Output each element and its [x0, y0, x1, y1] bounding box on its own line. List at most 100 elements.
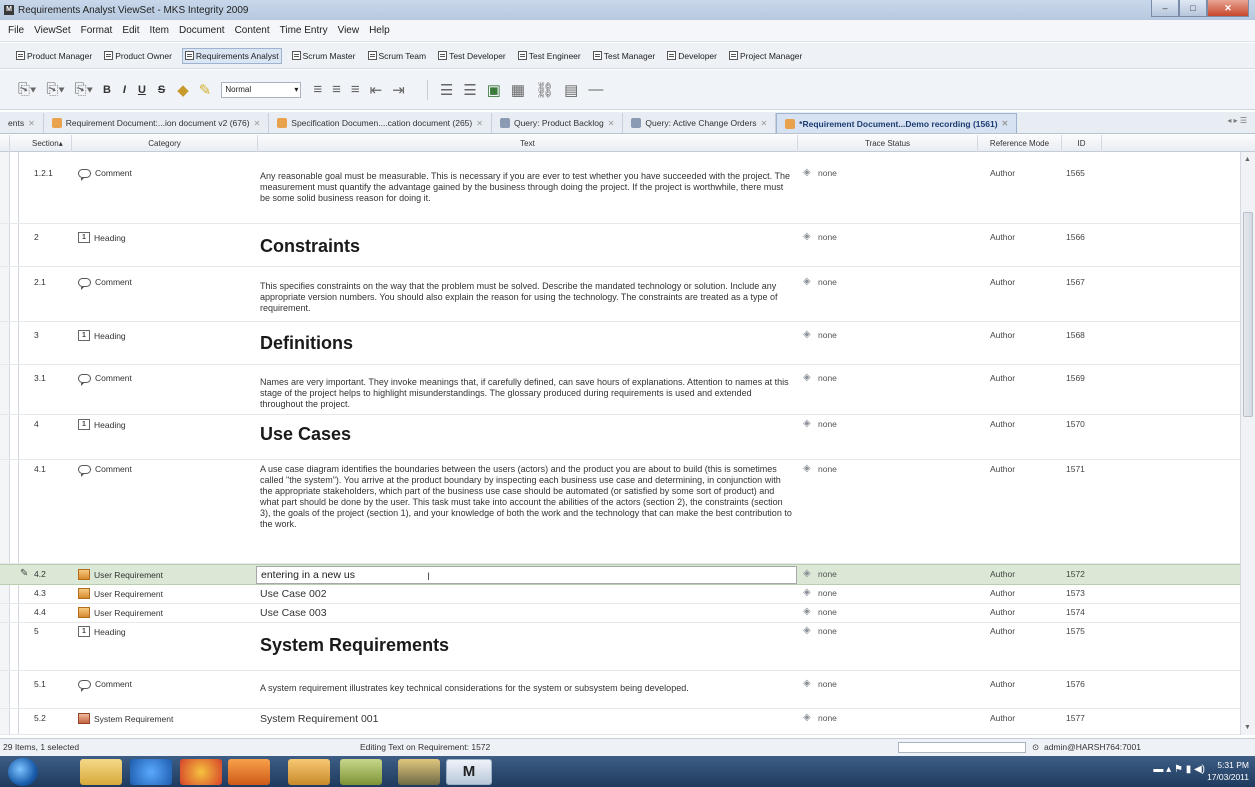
- italic-button[interactable]: I: [123, 84, 126, 96]
- scrollbar-thumb[interactable]: [1243, 212, 1253, 417]
- vertical-scrollbar[interactable]: ▲ ▼: [1240, 152, 1255, 735]
- menu-document[interactable]: Document: [179, 25, 225, 36]
- tab-close-icon[interactable]: ✕: [760, 119, 767, 128]
- underline-button[interactable]: U: [138, 84, 146, 96]
- align-center-icon[interactable]: ≡: [332, 81, 341, 98]
- insert-image-icon[interactable]: ▣: [487, 81, 501, 99]
- notes-taskbar-icon[interactable]: [340, 759, 382, 785]
- menu-view[interactable]: View: [338, 25, 360, 36]
- system-clock[interactable]: 5:31 PM 17/03/2011: [1207, 759, 1249, 783]
- scroll-down-icon[interactable]: ▼: [1244, 724, 1251, 731]
- menu-edit[interactable]: Edit: [122, 25, 139, 36]
- text-cell[interactable]: Use Case 003: [260, 608, 795, 619]
- tab-requirement-document-demo[interactable]: *Requirement Document...Demo recording (…: [776, 113, 1018, 133]
- bullet-list-icon[interactable]: ☰: [463, 81, 476, 99]
- menu-item[interactable]: Item: [150, 25, 169, 36]
- table-row[interactable]: 1.2.1 Comment Any reasonable goal must b…: [0, 152, 1240, 224]
- header-reference-mode[interactable]: Reference Mode: [978, 135, 1062, 152]
- tab-close-icon[interactable]: ✕: [608, 119, 615, 128]
- header-id[interactable]: ID: [1062, 135, 1102, 152]
- edit-item-icon[interactable]: ⎘▾: [46, 81, 64, 98]
- insert-table-icon[interactable]: ▦: [511, 81, 525, 99]
- text-cell[interactable]: A use case diagram identifies the bounda…: [260, 464, 795, 530]
- indent-icon[interactable]: ⇥: [392, 81, 405, 99]
- outlook-taskbar-icon[interactable]: [288, 759, 330, 785]
- table-row[interactable]: 2.1 Comment This specifies constraints o…: [0, 267, 1240, 322]
- viewset-product-owner[interactable]: Product Owner: [102, 49, 174, 63]
- tab-query-active-change-orders[interactable]: Query: Active Change Orders ✕: [623, 113, 777, 133]
- text-cell[interactable]: System Requirements: [260, 634, 795, 656]
- text-cell[interactable]: A system requirement illustrates key tec…: [260, 683, 795, 694]
- viewset-project-manager[interactable]: Project Manager: [727, 49, 804, 63]
- align-right-icon[interactable]: ≡: [351, 81, 360, 98]
- menu-help[interactable]: Help: [369, 25, 390, 36]
- header-trace-status[interactable]: Trace Status: [798, 135, 978, 152]
- paragraph-style-select[interactable]: Normal: [221, 81, 302, 98]
- text-cell[interactable]: Names are very important. They invoke me…: [260, 377, 795, 410]
- media-taskbar-icon[interactable]: [228, 759, 270, 785]
- text-cell[interactable]: Any reasonable goal must be measurable. …: [260, 171, 795, 204]
- viewset-requirements-analyst[interactable]: Requirements Analyst: [181, 47, 282, 64]
- numbered-list-icon[interactable]: ☰: [440, 81, 453, 99]
- insert-object-icon[interactable]: ▤: [564, 81, 578, 99]
- insert-link-icon[interactable]: ⛓: [535, 81, 554, 99]
- text-cell[interactable]: Definitions: [260, 332, 795, 354]
- viewset-test-developer[interactable]: Test Developer: [436, 49, 508, 63]
- maximize-button[interactable]: □: [1179, 0, 1207, 17]
- menu-content[interactable]: Content: [235, 25, 270, 36]
- close-button[interactable]: ✕: [1207, 0, 1249, 17]
- system-tray-icons[interactable]: ▬ ▴ ⚑ ▮ ◀): [1153, 764, 1205, 775]
- text-cell[interactable]: Constraints: [260, 235, 795, 257]
- viewset-scrum-team[interactable]: Scrum Team: [366, 49, 429, 63]
- start-button[interactable]: [8, 758, 38, 786]
- explorer-taskbar-icon[interactable]: [80, 759, 122, 785]
- viewset-product-manager[interactable]: Product Manager: [14, 49, 94, 63]
- table-row[interactable]: 5.1 Comment A system requirement illustr…: [0, 671, 1240, 709]
- viewset-test-manager[interactable]: Test Manager: [591, 49, 658, 63]
- header-text[interactable]: Text: [258, 135, 798, 152]
- tab-requirement-document-v2[interactable]: Requirement Document:...ion document v2 …: [44, 113, 270, 133]
- tab-close-icon[interactable]: ✕: [254, 119, 261, 128]
- table-row[interactable]: 4.1 Comment A use case diagram identifie…: [0, 460, 1240, 564]
- text-cell[interactable]: Use Case 002: [260, 589, 795, 600]
- text-cell[interactable]: This specifies constraints on the way th…: [260, 281, 795, 314]
- scroll-up-icon[interactable]: ▲: [1244, 156, 1251, 163]
- table-row[interactable]: 5.2 System Requirement System Requiremen…: [0, 709, 1240, 735]
- menu-format[interactable]: Format: [81, 25, 113, 36]
- outdent-icon[interactable]: ⇤: [370, 81, 383, 99]
- horizontal-rule-icon[interactable]: —: [588, 81, 603, 98]
- tab-close-icon[interactable]: ✕: [1002, 119, 1009, 128]
- font-color-icon[interactable]: ✎: [199, 81, 212, 99]
- text-edit-field[interactable]: entering in a new us I: [256, 566, 797, 584]
- tab-close-icon[interactable]: ✕: [28, 119, 35, 128]
- header-section[interactable]: Section▴: [10, 135, 72, 152]
- table-row[interactable]: 4 1 Heading Use Cases ◈ none Author 1570: [0, 415, 1240, 460]
- table-row[interactable]: 4.3 User Requirement Use Case 002 ◈ none …: [0, 585, 1240, 604]
- menu-time-entry[interactable]: Time Entry: [280, 25, 328, 36]
- strikethrough-button[interactable]: S: [158, 84, 165, 96]
- menu-file[interactable]: File: [8, 25, 24, 36]
- table-row[interactable]: 3 1 Heading Definitions ◈ none Author 1568: [0, 322, 1240, 365]
- table-row[interactable]: 2 1 Heading Constraints ◈ none Author 1566: [0, 224, 1240, 267]
- tool-taskbar-icon[interactable]: [398, 759, 440, 785]
- viewset-developer[interactable]: Developer: [665, 49, 719, 63]
- header-category[interactable]: Category: [72, 135, 258, 152]
- table-row[interactable]: 5 1 Heading System Requirements ◈ none Aut…: [0, 623, 1240, 671]
- tab-close-icon[interactable]: ✕: [476, 119, 483, 128]
- highlight-icon[interactable]: ◆: [177, 81, 189, 99]
- bold-button[interactable]: B: [103, 84, 111, 96]
- tab-specification-document[interactable]: Specification Documen....cation document…: [269, 113, 492, 133]
- mks-integrity-taskbar-icon[interactable]: M: [446, 759, 492, 785]
- tab-query-product-backlog[interactable]: Query: Product Backlog ✕: [492, 113, 624, 133]
- text-cell[interactable]: System Requirement 001: [260, 714, 795, 725]
- ie-taskbar-icon[interactable]: [130, 759, 172, 785]
- minimize-button[interactable]: –: [1151, 0, 1179, 17]
- table-row[interactable]: 4.4 User Requirement Use Case 003 ◈ none …: [0, 604, 1240, 623]
- viewset-scrum-master[interactable]: Scrum Master: [290, 49, 358, 63]
- text-cell[interactable]: Use Cases: [260, 423, 795, 445]
- align-left-icon[interactable]: ≡: [313, 81, 322, 98]
- menu-viewset[interactable]: ViewSet: [34, 25, 71, 36]
- table-row[interactable]: 3.1 Comment Names are very important. Th…: [0, 365, 1240, 415]
- tab-documents[interactable]: ents ✕: [0, 113, 44, 133]
- table-row-selected[interactable]: ✎ 4.2 User Requirement entering in a new…: [0, 564, 1240, 585]
